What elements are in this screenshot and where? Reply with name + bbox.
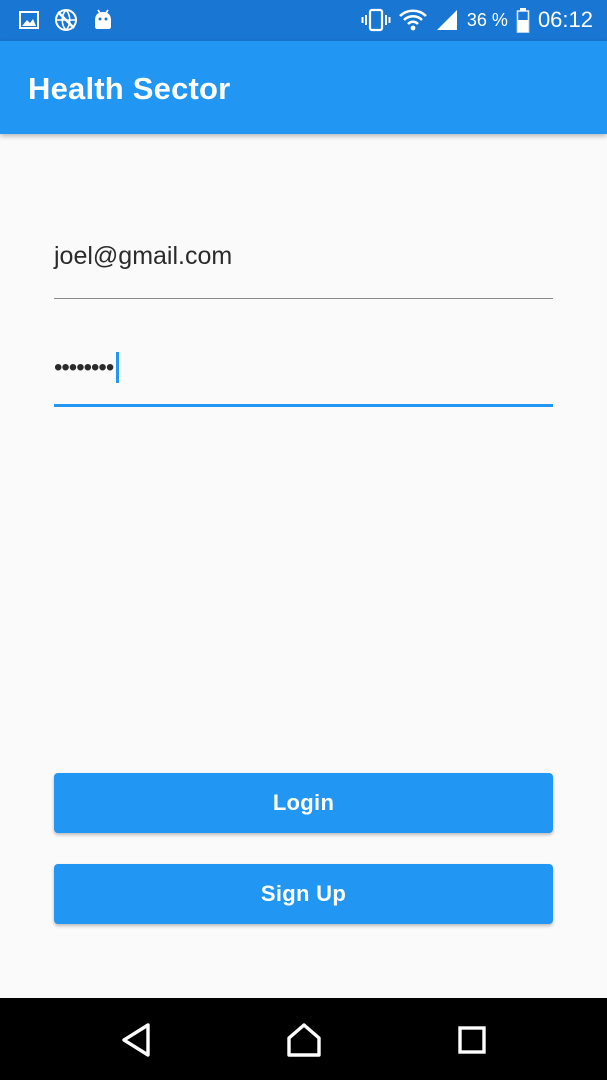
email-field[interactable]: joel@gmail.com <box>54 230 553 299</box>
battery-icon <box>516 7 530 33</box>
signup-button[interactable]: Sign Up <box>54 864 553 924</box>
image-icon <box>18 9 40 31</box>
status-bar: 36 % 06:12 <box>0 0 607 41</box>
app-title: Health Sector <box>28 71 231 106</box>
status-notifications <box>18 8 114 32</box>
back-icon[interactable] <box>116 1020 156 1060</box>
clock: 06:12 <box>537 7 593 32</box>
signup-button-label: Sign Up <box>260 881 347 906</box>
home-icon[interactable] <box>284 1020 324 1060</box>
android-icon <box>92 9 114 31</box>
battery-percent: 36 % <box>466 10 508 30</box>
recents-icon[interactable] <box>452 1020 492 1060</box>
login-screen: 36 % 06:12 Health Sector joel@gmail.com … <box>0 0 607 1080</box>
login-button[interactable]: Login <box>54 773 553 833</box>
globe-icon <box>54 8 78 32</box>
signal-icon <box>435 8 459 32</box>
vibrate-icon <box>361 8 391 32</box>
text-cursor <box>116 352 120 383</box>
email-value: joel@gmail.com <box>54 242 233 270</box>
password-masked-text: •••••••• <box>54 353 114 381</box>
navigation-bar <box>0 998 607 1080</box>
status-system: 36 % 06:12 <box>361 6 593 34</box>
password-value: •••••••• <box>54 352 120 383</box>
app-bar: Health Sector <box>0 41 607 134</box>
password-field[interactable]: •••••••• <box>54 340 553 407</box>
login-button-label: Login <box>272 790 335 815</box>
wifi-icon <box>398 8 427 32</box>
